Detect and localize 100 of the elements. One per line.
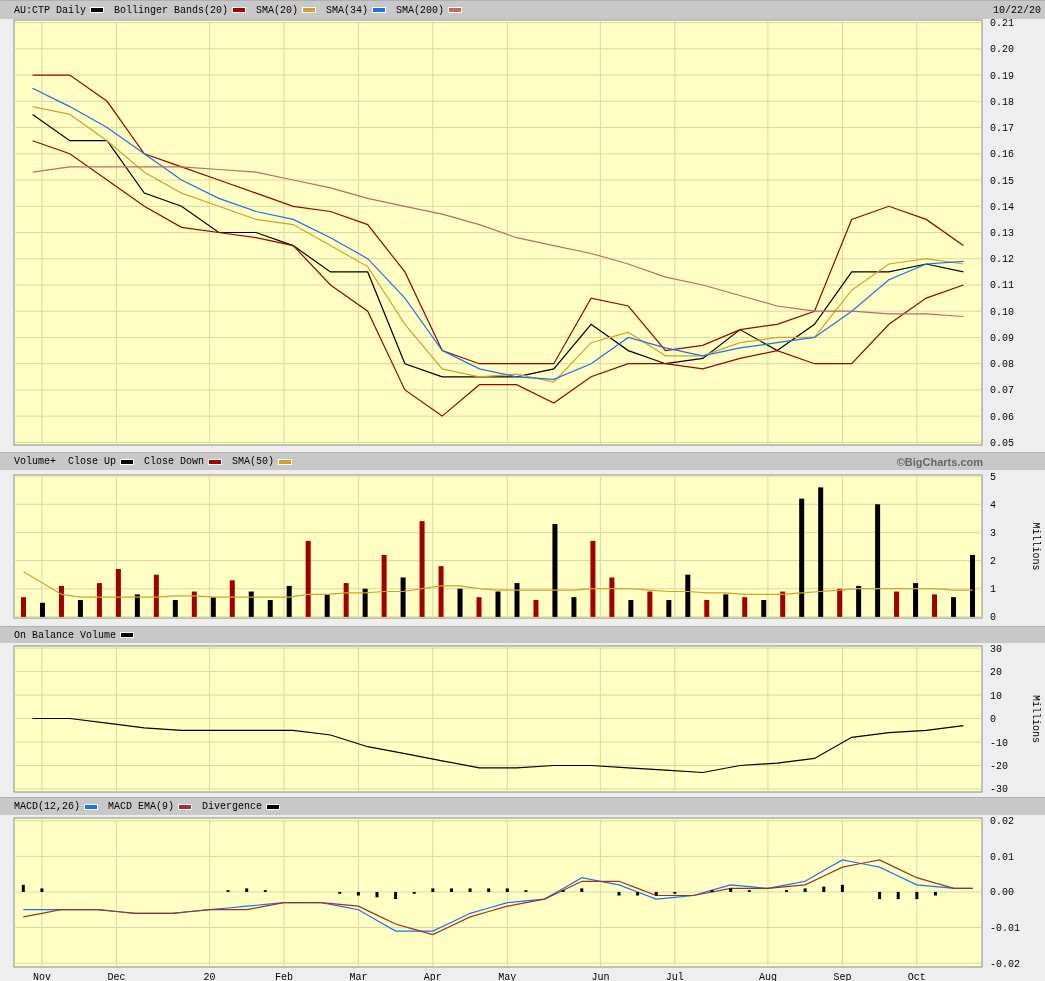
volume-bar (609, 577, 615, 617)
histogram-bar (449, 888, 453, 892)
histogram-bar (617, 891, 621, 896)
y-tick-label: 0.12 (990, 254, 1014, 266)
volume-bar (742, 597, 748, 617)
y-tick-label: 0.16 (990, 149, 1014, 161)
x-tick-label: Nov (32, 972, 51, 981)
volume-bar (685, 574, 691, 617)
y-tick-label: 0.08 (990, 359, 1014, 371)
histogram-bar (840, 884, 844, 892)
y-tick-label: -0.02 (990, 958, 1020, 970)
volume-bar (343, 583, 349, 617)
y-tick-label: 0.15 (990, 175, 1014, 187)
y-tick-label: 0.19 (990, 70, 1014, 82)
y-tick-label: 0.18 (990, 96, 1014, 108)
histogram-bar (21, 884, 25, 892)
y-tick-label: 0.00 (990, 887, 1014, 899)
histogram-bar (245, 888, 249, 892)
legend-title: Volume+ (14, 456, 56, 467)
y-tick-label: 0.02 (990, 816, 1014, 828)
volume-bar (96, 583, 102, 617)
volume-bar (229, 580, 235, 617)
y-tick-label: 0.07 (990, 385, 1014, 397)
legend-label: AU:CTP Daily (14, 4, 86, 16)
volume-bar (324, 594, 330, 617)
y-tick-label: 30 (990, 643, 1002, 655)
histogram-bar (40, 888, 44, 892)
volume-bar (58, 585, 64, 617)
y-tick-label: 0.17 (990, 123, 1014, 135)
y-tick-label: 0.05 (990, 437, 1014, 449)
volume-bar (362, 588, 368, 617)
credit-text: ©BigCharts.com (896, 455, 984, 468)
histogram-bar (933, 891, 937, 896)
volume-bar (894, 591, 900, 617)
volume-bar (438, 566, 444, 617)
legend-label: Close Down (144, 456, 205, 467)
volume-bar (495, 591, 501, 617)
legend-label: SMA(20) (256, 4, 299, 16)
y-tick-label: 0.06 (990, 411, 1014, 423)
y-tick-label: 0.20 (990, 44, 1014, 56)
histogram-bar (803, 888, 807, 892)
legend-label: MACD EMA(9) (108, 801, 175, 812)
y-tick-label: 0.10 (990, 306, 1014, 318)
volume-bar (932, 594, 938, 617)
volume-bar (571, 597, 577, 617)
y-tick-label: 1 (990, 584, 996, 596)
y-tick-label: 0.09 (990, 332, 1014, 344)
volume-bar (172, 600, 178, 617)
y-tick-label: 0.14 (990, 201, 1014, 213)
x-tick-label: Mar (349, 972, 368, 981)
y-tick-label: 3 (990, 527, 996, 539)
y-tick-label: 0.01 (990, 851, 1014, 863)
histogram-bar (338, 891, 342, 894)
histogram-bar (896, 891, 900, 900)
volume-bar (837, 588, 843, 617)
histogram-bar (673, 891, 677, 894)
x-tick-label: Dec (107, 972, 126, 981)
chart-date: 10/22/20 (993, 4, 1042, 16)
y-tick-label: 4 (990, 499, 996, 511)
y-tick-label: -20 (990, 761, 1008, 772)
histogram-bar (375, 891, 379, 898)
y-tick-label: 5 (990, 471, 996, 483)
volume-bar (514, 583, 520, 617)
y-tick-label: -0.01 (990, 923, 1020, 935)
volume-bar (951, 597, 957, 617)
legend-label: SMA(50) (232, 456, 275, 467)
y-tick-label: 0.21 (990, 19, 1014, 30)
y-tick-label: 20 (990, 667, 1002, 679)
volume-bar (115, 569, 121, 617)
volume-bar (970, 554, 975, 617)
volume-bar (134, 594, 140, 617)
legend-label: Bollinger Bands(20) (114, 4, 229, 16)
y-tick-label: 0.13 (990, 228, 1014, 239)
volume-bar (39, 602, 45, 617)
histogram-bar (431, 888, 435, 892)
volume-bar (647, 591, 653, 617)
legend-label: Close Up (68, 456, 117, 467)
volume-bar (153, 574, 159, 617)
volume-bar (286, 585, 292, 617)
histogram-bar (487, 888, 491, 892)
x-tick-label: Feb (274, 972, 293, 981)
volume-bar (248, 591, 254, 617)
volume-bar (77, 600, 83, 617)
volume-bar (666, 600, 672, 617)
y-axis-label: Millions (1030, 695, 1041, 743)
volume-bar (761, 600, 767, 617)
volume-bar (704, 600, 710, 617)
legend-label: MACD(12,26) (14, 801, 80, 812)
volume-bar (533, 600, 539, 617)
volume-bar (476, 597, 482, 617)
volume-bar (780, 591, 786, 617)
volume-bar (457, 588, 463, 617)
histogram-bar (878, 891, 882, 900)
histogram-bar (394, 891, 398, 900)
x-tick-label: 20 (203, 972, 216, 981)
histogram-bar (468, 888, 472, 892)
y-tick-label: 0 (990, 612, 996, 624)
y-tick-label: -10 (990, 737, 1008, 749)
volume-bar (400, 577, 406, 617)
volume-bar (191, 591, 197, 617)
